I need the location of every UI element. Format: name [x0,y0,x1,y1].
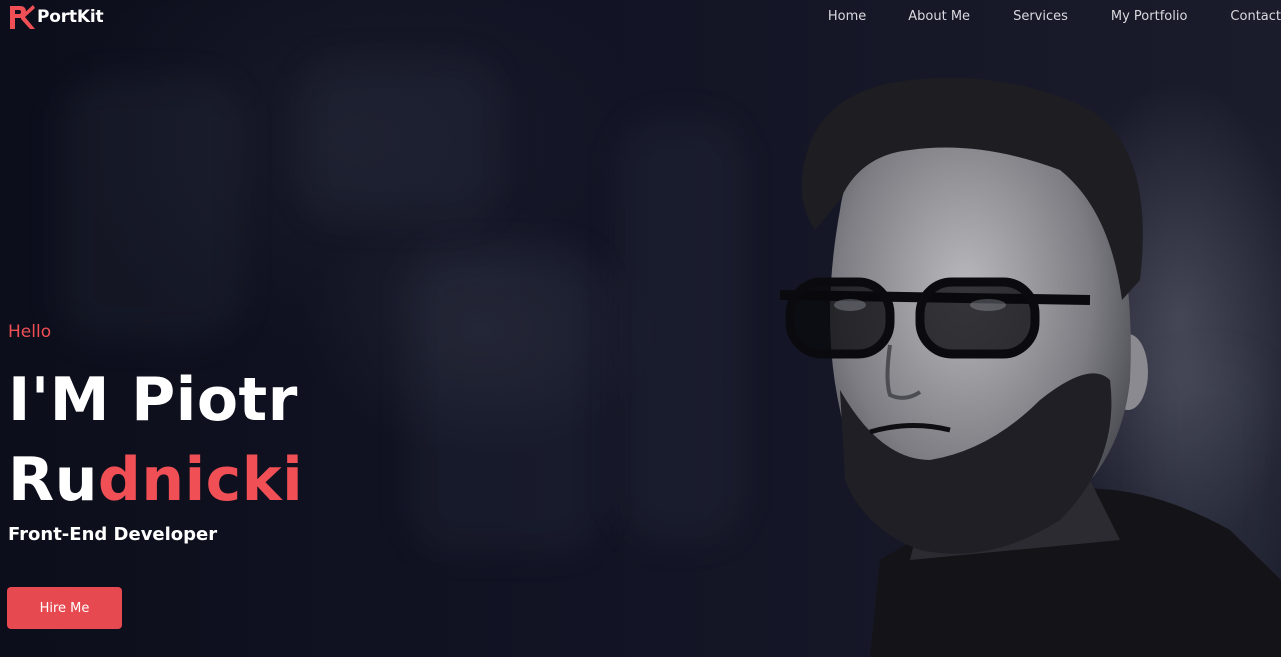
hero-name-line1: I'M Piotr [8,365,298,435]
main-nav: Home About Me Services My Portfolio Cont… [828,8,1281,28]
brand-logo[interactable]: PortKit [6,2,104,32]
brand-name: PortKit [37,7,104,27]
hero-name: I'M Piotr Rudnicki [8,360,303,520]
hero-name-accent: dnicki [97,445,304,515]
hero-name-plain: Ru [8,445,98,515]
hero-role: Front-End Developer [8,524,218,545]
nav-link-contact[interactable]: Contact [1230,8,1281,28]
hero-greeting: Hello [8,322,52,342]
portrait-photo [779,78,1281,657]
pk-logo-icon [10,5,35,29]
nav-link-services[interactable]: Services [1013,8,1068,28]
nav-link-home[interactable]: Home [828,8,866,28]
nav-link-my-portfolio[interactable]: My Portfolio [1111,8,1188,28]
hero-name-line2: Rudnicki [8,440,303,520]
hire-me-button[interactable]: Hire Me [7,587,122,629]
nav-link-about-me[interactable]: About Me [908,8,970,28]
